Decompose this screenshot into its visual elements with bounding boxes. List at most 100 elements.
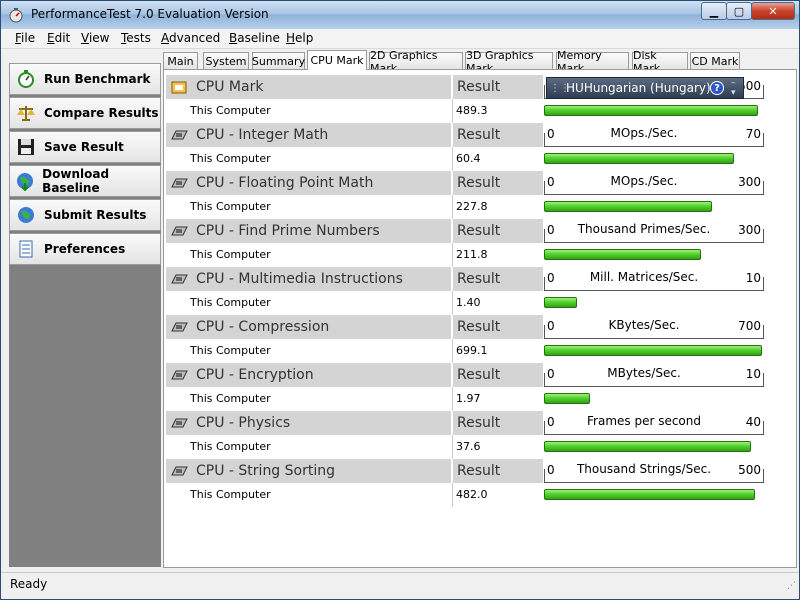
tab-3d-graphics-mark[interactable]: 3D Graphics Mark	[465, 49, 553, 75]
result-bar-track	[544, 387, 764, 411]
scale-unit: Frames per second	[587, 414, 701, 428]
close-button[interactable]: ✕	[751, 2, 795, 20]
preferences-button[interactable]: Preferences	[9, 233, 161, 265]
minimize-button[interactable]: ▁	[701, 2, 727, 20]
cpu-chip-icon	[171, 81, 187, 94]
language-bar[interactable]: ⋮⋮ HU Hungarian (Hungary) ? – ▾	[546, 77, 744, 99]
menu-file[interactable]: File	[15, 31, 35, 45]
help-icon[interactable]: ?	[710, 81, 724, 95]
tab-system[interactable]: System	[203, 52, 249, 70]
download-baseline-button[interactable]: Download Baseline	[9, 165, 161, 197]
column-divider	[452, 435, 453, 459]
status-text: Ready	[10, 577, 48, 591]
title-bar[interactable]: PerformanceTest 7.0 Evaluation Version ▁…	[1, 1, 799, 29]
run-benchmark-button[interactable]: Run Benchmark	[9, 63, 161, 95]
tab-summary[interactable]: Summary	[252, 52, 305, 70]
test-value-row-cpu-encryption[interactable]: This Computer 1.97	[166, 387, 544, 411]
maximize-icon: ▢	[733, 4, 745, 18]
result-value: 1.40	[456, 296, 481, 309]
cpu-card-icon	[171, 370, 188, 380]
test-name-cell: CPU - Multimedia Instructions	[166, 267, 452, 291]
resize-grip-icon[interactable]: ⋰	[787, 581, 796, 591]
test-value-row-cpu-find-prime-numbers[interactable]: This Computer 211.8	[166, 243, 544, 267]
test-name: CPU - Compression	[196, 319, 330, 335]
result-header: Result	[453, 267, 543, 291]
test-value-row-cpu-compression[interactable]: This Computer 699.1	[166, 339, 544, 363]
tab-disk-mark[interactable]: Disk Mark	[632, 49, 688, 75]
test-value-row-cpu-string-sorting[interactable]: This Computer 482.0	[166, 483, 544, 507]
scale-unit: Thousand Strings/Sec.	[576, 462, 712, 476]
result-bar-track	[544, 195, 764, 219]
result-bar-track	[544, 243, 764, 267]
result-header: Result	[453, 363, 543, 387]
column-divider	[452, 339, 453, 363]
result-header: Result	[453, 315, 543, 339]
save-result-button[interactable]: Save Result	[9, 131, 161, 163]
scale-max: 40	[745, 415, 761, 429]
scale-unit: MBytes/Sec.	[607, 366, 681, 380]
cpu-card-icon	[171, 418, 188, 428]
menu-advanced[interactable]: Advanced	[161, 31, 220, 45]
menu-help[interactable]: Help	[286, 31, 313, 45]
test-value-row-cpu-physics[interactable]: This Computer 37.6	[166, 435, 544, 459]
run-benchmark-label: Run Benchmark	[44, 72, 151, 86]
test-name-cell: CPU - Floating Point Math	[166, 171, 452, 195]
test-name-cell: CPU - Physics	[166, 411, 452, 435]
result-value: 227.8	[456, 200, 488, 213]
test-value-row-cpu-mark[interactable]: This Computer 489.3	[166, 99, 544, 123]
scale-unit: KBytes/Sec.	[608, 318, 680, 332]
tab-cd-mark[interactable]: CD Mark	[690, 52, 740, 70]
test-value-row-cpu-integer-math[interactable]: This Computer 60.4	[166, 147, 544, 171]
column-divider	[452, 147, 453, 171]
app-icon	[9, 8, 23, 23]
tab-main[interactable]: Main	[163, 52, 198, 70]
test-value-row-cpu-floating-point-math[interactable]: This Computer 227.8	[166, 195, 544, 219]
cpu-card-icon	[171, 322, 188, 332]
result-bar-track	[544, 435, 764, 459]
cpu-card-icon	[171, 226, 188, 236]
computer-label: This Computer	[190, 200, 271, 213]
maximize-button[interactable]: ▢	[726, 2, 752, 20]
tab-memory-mark[interactable]: Memory Mark	[556, 49, 629, 75]
test-name-cell: CPU - Find Prime Numbers	[166, 219, 452, 243]
options-arrow-icon[interactable]: – ▾	[731, 78, 736, 98]
scale-unit: MOps./Sec.	[610, 174, 678, 188]
cpu-card-icon	[171, 274, 188, 284]
menu-view[interactable]: View	[81, 31, 109, 45]
menu-edit[interactable]: Edit	[47, 31, 70, 45]
submit-results-button[interactable]: Submit Results	[9, 199, 161, 231]
result-bar-track	[544, 147, 764, 171]
scale-max: 700	[738, 319, 761, 333]
scale-axis: 0 Thousand Primes/Sec. 300	[544, 219, 764, 243]
cpu-card-icon	[171, 466, 188, 476]
computer-label: This Computer	[190, 344, 271, 357]
minimize-icon: ▁	[709, 4, 719, 18]
result-header: Result	[453, 411, 543, 435]
menu-baseline[interactable]: Baseline	[229, 31, 280, 45]
computer-label: This Computer	[190, 104, 271, 117]
test-value-row-cpu-multimedia-instructions[interactable]: This Computer 1.40	[166, 291, 544, 315]
result-bar	[544, 249, 701, 260]
result-header: Result	[453, 171, 543, 195]
menu-tests[interactable]: Tests	[121, 31, 151, 45]
tab-cpu-mark[interactable]: CPU Mark	[307, 50, 367, 70]
result-bar	[544, 345, 762, 356]
window-title: PerformanceTest 7.0 Evaluation Version	[31, 7, 269, 21]
cpu-card-icon	[171, 130, 188, 140]
compare-results-label: Compare Results	[44, 106, 159, 120]
scale-axis: 0 Frames per second 40	[544, 411, 764, 435]
test-name: CPU - Find Prime Numbers	[196, 223, 380, 239]
column-divider	[452, 195, 453, 219]
cpu-card-icon	[171, 178, 188, 188]
preferences-label: Preferences	[44, 242, 126, 256]
result-bar-track	[544, 339, 764, 363]
result-value: 37.6	[456, 440, 481, 453]
column-divider	[452, 291, 453, 315]
status-bar: Ready ⋰	[1, 572, 799, 594]
tab-2d-graphics-mark[interactable]: 2D Graphics Mark	[369, 49, 463, 75]
result-bar-track	[544, 291, 764, 315]
compare-results-button[interactable]: Compare Results	[9, 97, 161, 129]
download-baseline-label: Download Baseline	[42, 167, 110, 195]
result-value: 60.4	[456, 152, 481, 165]
result-bar	[544, 297, 577, 308]
